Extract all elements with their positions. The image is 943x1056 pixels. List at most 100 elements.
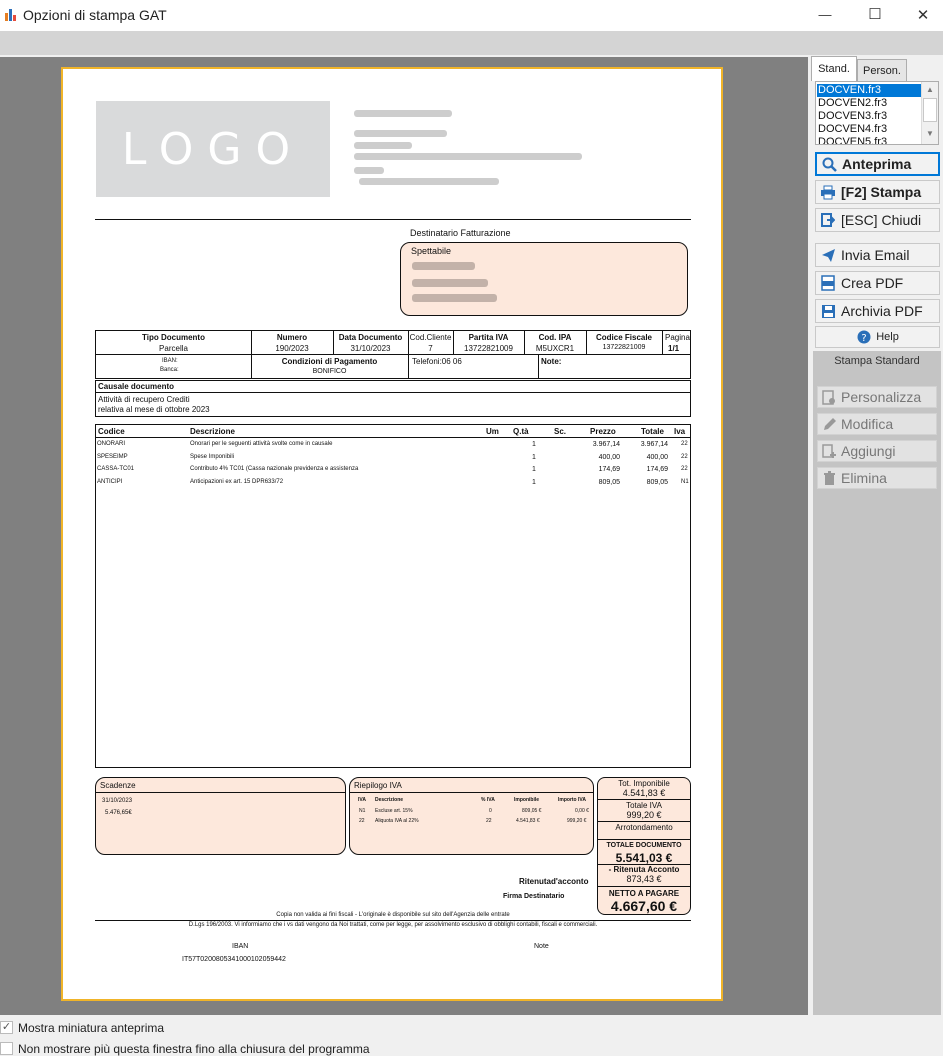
- riepilogo-title: Riepilogo IVA: [354, 781, 402, 790]
- riepilogo-col-perc: % IVA: [481, 797, 495, 803]
- col-codice: Codice: [98, 427, 125, 436]
- tab-standard-label: Stand.: [818, 63, 850, 75]
- row-codice: SPESEIMP: [97, 454, 128, 460]
- footer-line-1: Copia non valida ai fini fiscali - L'ori…: [276, 912, 510, 918]
- modify-button[interactable]: Modifica: [817, 413, 937, 435]
- footer-divider: [95, 920, 691, 921]
- ritenuta-acconto-value: 873,43 €: [626, 874, 662, 884]
- show-preview-label[interactable]: Mostra miniatura anteprima: [18, 1021, 164, 1035]
- app-icon: [4, 8, 18, 22]
- recipient-salutation: Spettabile: [411, 246, 452, 256]
- riepilogo-col-imponibile: Imponibile: [514, 797, 539, 803]
- scroll-thumb[interactable]: [923, 98, 937, 122]
- template-item[interactable]: DOCVEN5.fr3: [818, 136, 887, 144]
- help-button[interactable]: ? Help: [815, 326, 940, 348]
- close-dialog-button[interactable]: [ESC] Chiudi: [815, 208, 940, 232]
- template-item[interactable]: DOCVEN3.fr3: [818, 110, 887, 123]
- table-row: ONORARI Onorari per le seguenti attività…: [96, 441, 690, 453]
- value-cf: 13722821009: [602, 344, 646, 351]
- value-data: 31/10/2023: [350, 344, 391, 353]
- row-qta: 1: [532, 466, 536, 473]
- totale-documento-label: TOTALE DOCUMENTO: [606, 842, 682, 849]
- ritenuta-acconto-label: - Ritenuta Acconto: [608, 865, 680, 874]
- create-pdf-button[interactable]: Crea PDF: [815, 271, 940, 295]
- send-email-button[interactable]: Invia Email: [815, 243, 940, 267]
- riepilogo-row-desc: Aliquota IVA al 22%: [375, 818, 419, 824]
- row-totale: 174,69: [646, 466, 668, 473]
- pdf-icon: [820, 275, 836, 291]
- label-iban: IBAN:: [162, 358, 178, 364]
- scadenza-date: 31/10/2023: [102, 798, 133, 804]
- sender-vat-redacted: [354, 153, 582, 160]
- sender-address-redacted: [354, 130, 447, 137]
- riepilogo-row-perc: 22: [486, 818, 492, 824]
- show-preview-checkbox[interactable]: ✓: [0, 1021, 13, 1034]
- scroll-down-icon[interactable]: ▼: [926, 129, 934, 138]
- pdf-label: Crea PDF: [841, 275, 904, 291]
- col-descrizione: Descrizione: [190, 427, 235, 436]
- archive-pdf-button[interactable]: Archivia PDF: [815, 299, 940, 323]
- totale-documento-value: 5.541,03 €: [615, 851, 673, 865]
- totale-iva-value: 999,20 €: [626, 810, 662, 820]
- row-prezzo: 3.967,14: [592, 441, 620, 448]
- svg-text:?: ?: [862, 333, 867, 344]
- close-label: [ESC] Chiudi: [841, 212, 922, 228]
- floppy-disk-icon: [820, 303, 836, 319]
- sender-name-redacted: [354, 110, 452, 117]
- paper-plane-icon: [820, 247, 836, 263]
- maximize-button[interactable]: ☐: [860, 5, 890, 23]
- riepilogo-col-iva: IVA: [358, 797, 366, 803]
- delete-button[interactable]: Elimina: [817, 467, 937, 489]
- tab-personal[interactable]: Person.: [857, 59, 907, 81]
- template-item[interactable]: DOCVEN4.fr3: [818, 123, 887, 136]
- section-title: Stampa Standard: [834, 355, 920, 367]
- scadenza-amount: 5.476,65€: [105, 810, 132, 816]
- minimize-button[interactable]: —: [810, 7, 840, 22]
- col-prezzo: Prezzo: [590, 427, 616, 436]
- row-prezzo: 400,00: [598, 454, 620, 461]
- window-title: Opzioni di stampa GAT: [23, 7, 167, 23]
- document-info-table: Tipo Documento Parcella Numero 190/2023 …: [95, 330, 691, 379]
- header-cf: Codice Fiscale: [595, 333, 653, 342]
- sender-email-redacted: [359, 178, 499, 185]
- row-totale: 400,00: [646, 454, 668, 461]
- iban-footer-label: IBAN: [232, 943, 249, 950]
- template-item[interactable]: DOCVEN2.fr3: [818, 97, 887, 110]
- row-descrizione: Contributo 4% TC01 (Cassa nazionale prev…: [190, 466, 359, 472]
- template-list[interactable]: DOCVEN.fr3 DOCVEN2.fr3 DOCVEN3.fr3 DOCVE…: [815, 81, 939, 145]
- list-scrollbar[interactable]: ▲ ▼: [921, 82, 938, 144]
- dont-show-checkbox[interactable]: [0, 1042, 13, 1055]
- riepilogo-row-iva: 22: [359, 818, 365, 824]
- causale-line-1: Attività di recupero Crediti: [98, 395, 190, 404]
- recipient-address-redacted: [412, 279, 488, 287]
- dont-show-label[interactable]: Non mostrare più questa finestra fino al…: [18, 1042, 370, 1056]
- preview-button[interactable]: Anteprima: [815, 152, 940, 176]
- header-cod-cliente: Cod.Cliente: [409, 333, 452, 342]
- row-descrizione: Anticipazioni ex art. 15 DPR633/72: [190, 479, 284, 485]
- close-button[interactable]: ✕: [908, 6, 938, 24]
- riepilogo-row-importo: 999,20 €: [567, 818, 587, 824]
- tab-standard[interactable]: Stand.: [811, 56, 857, 81]
- add-button[interactable]: Aggiungi: [817, 440, 937, 462]
- row-codice: CASSA-TC01: [97, 466, 135, 472]
- template-item-selected[interactable]: DOCVEN.fr3: [817, 84, 921, 97]
- value-pagina: 1/1: [668, 344, 680, 353]
- riepilogo-row-imponibile: 809,05 €: [522, 808, 542, 814]
- causale-line-2: relativa al mese di ottobre 2023: [98, 405, 210, 414]
- customize-button[interactable]: Personalizza: [817, 386, 937, 408]
- help-label: Help: [876, 331, 899, 343]
- add-document-icon: [821, 443, 837, 459]
- row-iva: 22: [681, 466, 688, 472]
- label-pagamento: Condizioni di Pagamento: [281, 357, 378, 366]
- header-divider: [95, 219, 691, 220]
- print-button[interactable]: [F2] Stampa: [815, 180, 940, 204]
- sender-phone-redacted: [354, 167, 384, 174]
- row-qta: 1: [532, 454, 536, 461]
- recipient-title: Destinatario Fatturazione: [410, 228, 511, 238]
- riepilogo-row-desc: Escluse art. 15%: [375, 808, 413, 814]
- scroll-up-icon[interactable]: ▲: [926, 85, 934, 94]
- riepilogo-row-perc: 0: [489, 808, 492, 814]
- exit-icon: [820, 212, 836, 228]
- arrotondamento-label: Arrotondamento: [615, 823, 673, 832]
- sender-city-redacted: [354, 142, 412, 149]
